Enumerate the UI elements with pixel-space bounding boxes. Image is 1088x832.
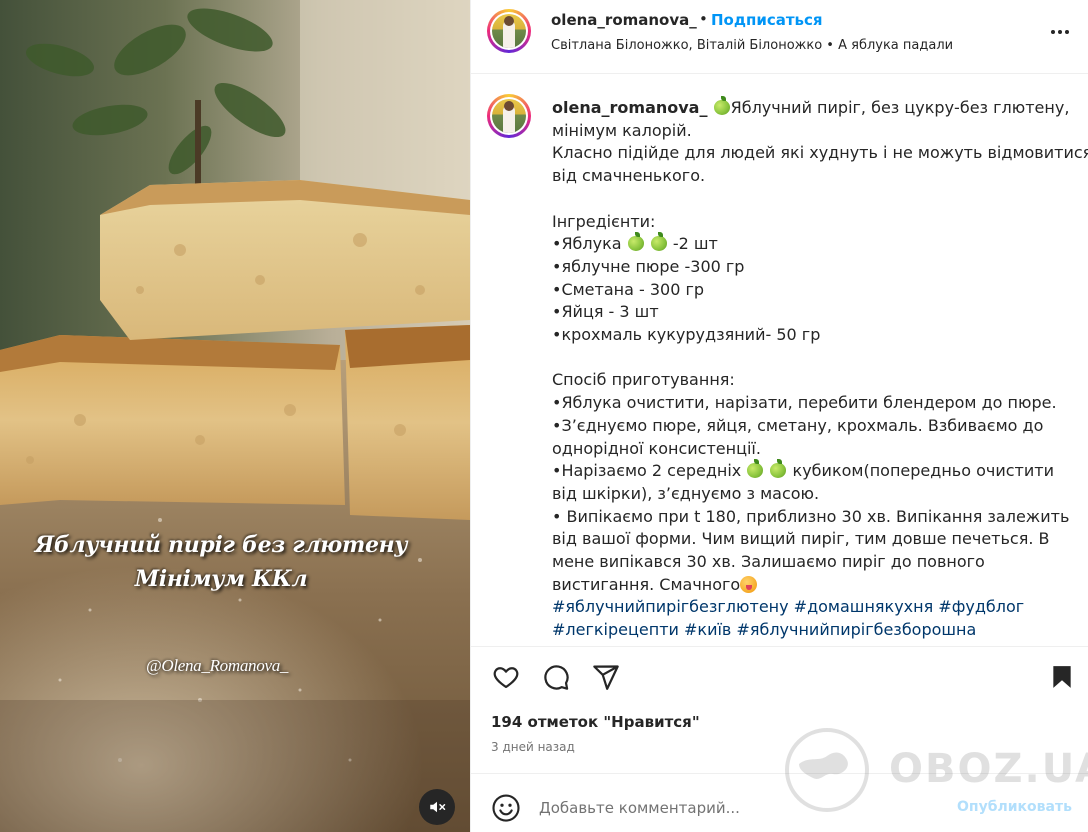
method-step: •Нарізаємо 2 середніх bbox=[552, 461, 742, 481]
comment-input[interactable] bbox=[539, 795, 939, 821]
like-button[interactable] bbox=[489, 658, 523, 696]
yum-face-icon bbox=[740, 575, 758, 593]
ingredient-apples-qty: -2 шт bbox=[672, 234, 718, 254]
watermark-text: OBOZ.UA bbox=[889, 746, 1088, 792]
emoji-button[interactable] bbox=[491, 793, 521, 823]
method-step: •Яблука очистити, нарізати, перебити бле… bbox=[552, 393, 1057, 413]
post-comment-button[interactable]: Опубликовать bbox=[957, 799, 1072, 815]
author-username[interactable]: olena_romanova_ bbox=[551, 11, 697, 29]
share-icon bbox=[593, 665, 619, 690]
comment-divider bbox=[471, 773, 1088, 774]
post-side-panel: olena_romanova_ • Подписаться Світлана Б… bbox=[470, 0, 1088, 832]
caption-line: мінімум калорій. bbox=[552, 120, 692, 140]
hashtags[interactable]: #яблучнийпирігбезглютену #домашнякухня #… bbox=[552, 596, 1072, 619]
caption-title: Яблучний пиріг, без цукру-без глютену, bbox=[730, 98, 1070, 117]
comment-icon bbox=[544, 665, 569, 690]
ingredient-item: •яблучне пюре -300 гр bbox=[552, 256, 745, 276]
more-options-icon bbox=[1051, 30, 1055, 34]
post-timestamp[interactable]: 3 дней назад bbox=[491, 740, 575, 754]
mute-button[interactable] bbox=[419, 789, 455, 825]
green-apple-icon bbox=[627, 232, 644, 252]
green-apple-icon bbox=[713, 96, 730, 115]
speaker-muted-icon bbox=[430, 801, 446, 813]
post-media[interactable]: Яблучний пиріг без глютену Мінімум ККл @… bbox=[0, 0, 470, 832]
caption-line: Інгредієнти: bbox=[552, 211, 656, 231]
method-step: однорідної консистенції. bbox=[552, 438, 761, 458]
overlay-subtitle: Мінімум ККл bbox=[134, 566, 308, 592]
more-options-button[interactable] bbox=[1045, 20, 1075, 44]
method-step: кубиком(попередньо очистити bbox=[792, 461, 1054, 481]
emoji-icon bbox=[492, 794, 520, 822]
method-step: •З’єднуємо пюре, яйця, сметану, крохмаль… bbox=[552, 415, 1044, 435]
save-button[interactable] bbox=[1045, 658, 1079, 696]
method-step: від вашої форми. Чим вищий пиріг, тим до… bbox=[552, 529, 1050, 549]
green-apple-icon bbox=[650, 232, 667, 252]
comment-button[interactable] bbox=[539, 658, 573, 696]
ingredient-item: •Яйця - 3 шт bbox=[552, 302, 659, 322]
caption-username[interactable]: olena_romanova_ bbox=[552, 98, 707, 117]
heart-icon bbox=[493, 667, 519, 689]
caption-line: від смачненького. bbox=[552, 166, 706, 186]
ingredient-item: •Сметана - 300 гр bbox=[552, 279, 705, 299]
share-button[interactable] bbox=[589, 658, 623, 696]
header-divider bbox=[471, 73, 1088, 74]
green-apple-icon bbox=[747, 459, 764, 479]
ingredient-apples: •Яблука bbox=[552, 234, 622, 254]
audio-info[interactable]: Світлана Білоножко, Віталій Білоножко • … bbox=[551, 38, 953, 53]
overlay-title: Яблучний пиріг без глютену bbox=[34, 532, 408, 558]
post-caption: olena_romanova_ Яблучний пиріг, без цукр… bbox=[552, 96, 1088, 642]
author-avatar[interactable] bbox=[487, 9, 531, 53]
header-separator: • bbox=[699, 10, 708, 28]
green-apple-icon bbox=[770, 459, 787, 479]
overlay-handle: @Olena_Romanova_ bbox=[146, 656, 289, 675]
likes-count[interactable]: 194 отметок "Нравится" bbox=[491, 713, 700, 731]
method-step: вистигання. Смачного bbox=[552, 574, 741, 594]
method-title: Спосіб приготування: bbox=[552, 370, 735, 390]
bookmark-icon bbox=[1053, 666, 1071, 688]
ingredient-item: •крохмаль кукурудзяний- 50 гр bbox=[552, 325, 821, 345]
caption-line bbox=[552, 188, 1072, 211]
method-step: • Випікаємо при t 180, приблизно 30 хв. … bbox=[552, 506, 1070, 526]
follow-button[interactable]: Подписаться bbox=[711, 11, 823, 29]
actions-divider bbox=[471, 646, 1088, 647]
hashtags[interactable]: #легкірецепти #київ #яблучнийпирігбезбор… bbox=[552, 619, 1072, 642]
method-step: мене випікався 30 хв. Залишаємо пиріг до… bbox=[552, 552, 985, 572]
caption-line: Класно підійде для людей які худнуть і н… bbox=[552, 143, 1088, 163]
post-photo bbox=[0, 0, 470, 832]
method-step: від шкірки), з’єднуємо з масою. bbox=[552, 483, 820, 503]
caption-avatar[interactable] bbox=[487, 94, 531, 138]
